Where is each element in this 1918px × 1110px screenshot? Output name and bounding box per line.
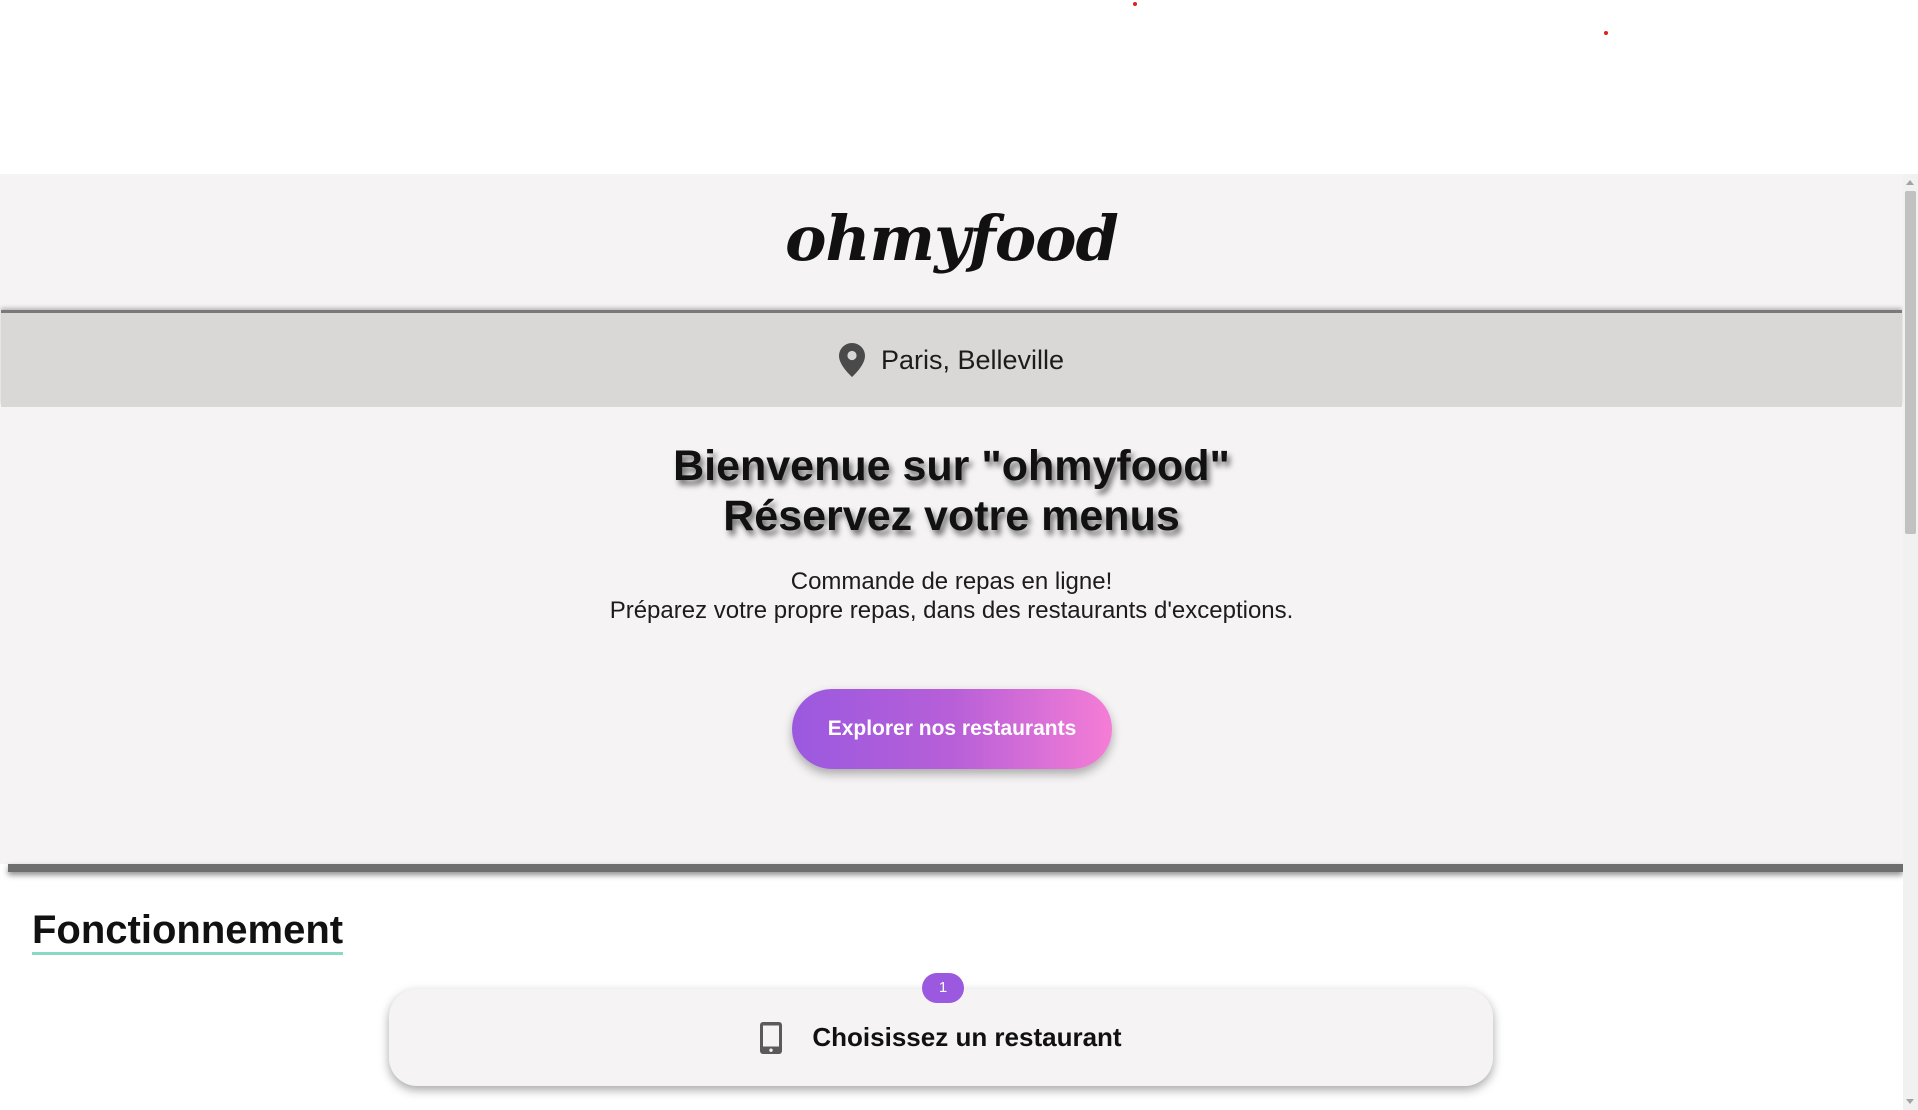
site-header: ohmyfood bbox=[0, 174, 1903, 310]
hero-subtitle-line-1: Commande de repas en ligne! bbox=[790, 568, 1113, 595]
step-card: Choisissez un restaurant bbox=[389, 989, 1493, 1086]
mobile-phone-icon bbox=[760, 1021, 783, 1054]
location-label: Paris, Belleville bbox=[880, 344, 1065, 375]
hero-subtitle-line-2: Préparez votre propre repas, dans des re… bbox=[609, 597, 1294, 624]
explore-restaurants-button[interactable]: Explorer nos restaurants bbox=[792, 689, 1112, 769]
red-dot bbox=[1604, 31, 1608, 35]
hero-title-line-1: Bienvenue sur "ohmyfood" bbox=[673, 442, 1230, 490]
red-dot bbox=[1133, 2, 1137, 6]
vertical-scrollbar[interactable] bbox=[1903, 174, 1918, 1110]
section-divider bbox=[8, 864, 1903, 872]
hero-subtitle: Commande de repas en ligne! Préparez vot… bbox=[0, 567, 1903, 625]
location-bar: Paris, Belleville bbox=[1, 310, 1902, 407]
step-label: Choisissez un restaurant bbox=[812, 1022, 1122, 1052]
page-viewport: ohmyfood Paris, Belleville Bienvenue sur… bbox=[0, 174, 1903, 1110]
site-logo[interactable]: ohmyfood bbox=[0, 202, 1903, 275]
section-title-fonctionnement: Fonctionnement bbox=[32, 908, 344, 955]
scroll-up-arrow-icon[interactable] bbox=[1906, 180, 1914, 185]
hero-title-line-2: Réservez votre menus bbox=[723, 492, 1180, 540]
hero-title: Bienvenue sur "ohmyfood" Réservez votre … bbox=[0, 441, 1903, 541]
step-number-badge: 1 bbox=[922, 973, 964, 1003]
hero-section: Bienvenue sur "ohmyfood" Réservez votre … bbox=[0, 407, 1903, 864]
scrollbar-thumb[interactable] bbox=[1905, 191, 1916, 534]
map-pin-icon bbox=[838, 343, 865, 377]
blank-top-area bbox=[0, 0, 1918, 174]
scroll-down-arrow-icon[interactable] bbox=[1906, 1099, 1914, 1104]
